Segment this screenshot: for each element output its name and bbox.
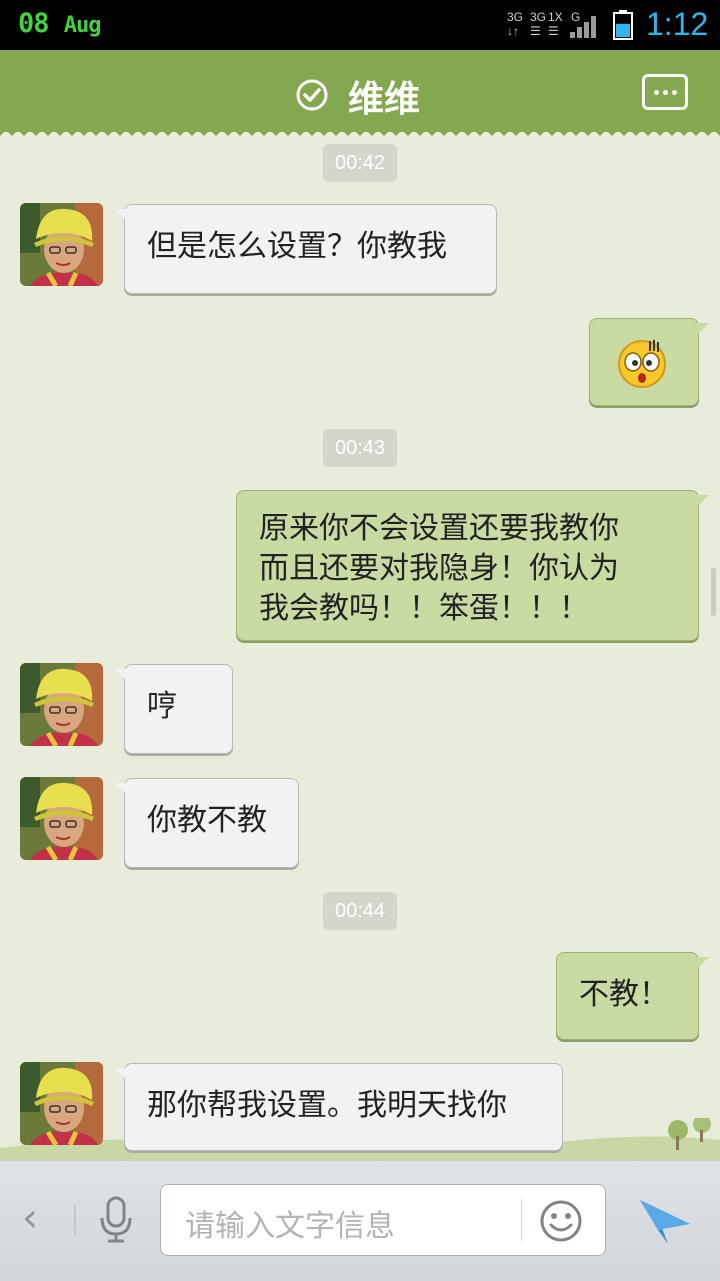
message-bubble-incoming[interactable]: 哼 (115, 664, 233, 754)
chevron-left-icon[interactable]: ‹ (22, 1196, 52, 1240)
message-bubble-incoming[interactable]: 那你帮我设置。我明天找你 (115, 1063, 563, 1151)
avatar-image (20, 1062, 103, 1145)
contact-name: 维维 (348, 79, 421, 120)
message-line: 原来你不会设置还要我教你 (259, 511, 619, 546)
smiley-icon[interactable] (539, 1199, 583, 1243)
avatar-image (20, 777, 103, 860)
scrollbar[interactable] (711, 568, 716, 616)
message-text: 原来你不会设置还要我教你 而且还要对我隐身！你认为 我会教吗！！笨蛋！！！ (259, 509, 678, 629)
header-zigzag-edge (0, 128, 720, 138)
message-line: 我会教吗！！笨蛋！！！ (259, 591, 589, 626)
signal-3g-label-2: 3G ☰ (530, 10, 547, 38)
message-text: 你教不教 (147, 803, 267, 838)
signal-3g-label: 3G ↓↑ (507, 10, 524, 38)
input-placeholder: 请输入文字信息 (185, 1209, 395, 1244)
message-text: 哼 (147, 689, 177, 724)
message-bubble-outgoing[interactable]: 不教！ (556, 952, 709, 1040)
status-date: 08 Aug (18, 8, 102, 39)
timestamp-badge: 00:42 (323, 144, 397, 182)
avatar[interactable] (20, 203, 103, 286)
message-input[interactable]: 请输入文字信息 (160, 1184, 606, 1256)
timestamp-badge: 00:43 (323, 429, 397, 467)
battery-icon (613, 10, 633, 40)
avatar-image (20, 663, 103, 746)
check-circle-icon (296, 79, 328, 111)
avatar[interactable] (20, 1062, 103, 1145)
divider (74, 1205, 76, 1235)
timestamp-badge: 00:44 (323, 892, 397, 930)
send-arrow-icon[interactable] (638, 1194, 692, 1246)
shocked-face-emoji-icon (618, 340, 666, 388)
message-bubble-outgoing[interactable] (589, 318, 709, 406)
message-bubble-incoming[interactable]: 但是怎么设置？你教我 (115, 204, 497, 294)
avatar[interactable] (20, 663, 103, 746)
message-bubble-outgoing[interactable]: 原来你不会设置还要我教你 而且还要对我隐身！你认为 我会教吗！！笨蛋！！！ (236, 490, 709, 641)
microphone-icon[interactable] (96, 1196, 136, 1244)
avatar-image (20, 203, 103, 286)
status-bar: 08 Aug 3G ↓↑ 3G ☰ 1X ☰ G 1:12 (0, 0, 720, 50)
more-menu-button[interactable] (642, 74, 688, 110)
avatar[interactable] (20, 777, 103, 860)
message-line: 而且还要对我隐身！你认为 (259, 551, 619, 586)
signal-1x-label: 1X ☰ (548, 10, 563, 38)
message-bubble-incoming[interactable]: 你教不教 (115, 778, 299, 868)
signal-bars-icon (570, 14, 602, 38)
divider (521, 1199, 522, 1241)
message-text: 那你帮我设置。我明天找你 (147, 1088, 507, 1123)
message-text: 不教！ (579, 977, 669, 1012)
message-text: 但是怎么设置？你教我 (147, 229, 447, 264)
status-time: 1:12 (646, 6, 709, 42)
